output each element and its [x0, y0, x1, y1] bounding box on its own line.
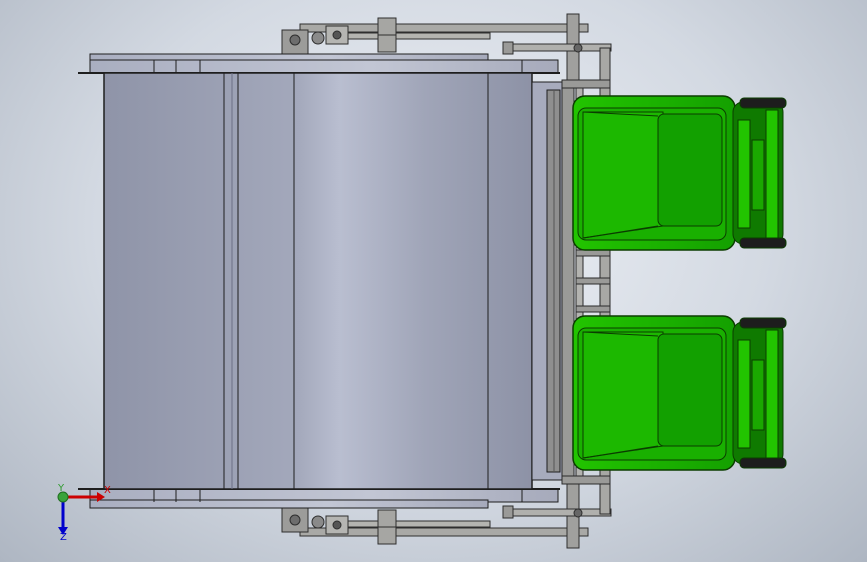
lower-bin-lid-strip-1	[737, 339, 751, 449]
upper-chain-pin-1	[332, 30, 342, 40]
upper-bin-wheel-bottom	[739, 237, 787, 249]
upper-side-arm-pin	[573, 43, 583, 53]
upper-bin-handle	[751, 139, 765, 211]
axis-triad	[57, 491, 105, 535]
frame-crossbar-mid-2	[575, 277, 611, 285]
lower-bin-floor-right	[657, 333, 723, 447]
lower-bin	[572, 315, 787, 471]
x-axis-label: X	[104, 485, 111, 496]
frame-crossbar-bottom	[561, 475, 611, 485]
lower-chain-pin-1	[332, 520, 342, 530]
lower-side-arm-end	[502, 505, 514, 519]
frame-crossbar-top	[561, 79, 611, 89]
frame-crossbar-mid-1	[575, 249, 611, 257]
upper-bin-lid-strip-2	[765, 109, 779, 239]
upper-hinge-pin-1	[289, 34, 301, 46]
upper-side-arm-end	[502, 41, 514, 55]
lower-bin-lid-strip-2	[765, 329, 779, 459]
hopper-bottom-rim	[78, 488, 560, 509]
lower-side-arm-pin	[573, 508, 583, 518]
upper-bin	[572, 95, 787, 251]
lower-short-rod	[329, 520, 491, 528]
lower-hinge-pin-2	[311, 515, 325, 529]
z-axis-label: Z	[60, 532, 67, 543]
hopper-body	[103, 72, 533, 490]
upper-hinge-pin-2	[311, 31, 325, 45]
lower-bin-wheel-bottom	[739, 457, 787, 469]
upper-short-rod	[329, 32, 491, 40]
upper-bin-floor-right	[657, 113, 723, 227]
hopper-top-rim	[78, 53, 560, 74]
upper-bin-wheel-top	[739, 97, 787, 109]
discharge-chute	[531, 81, 563, 481]
lower-bin-wheel-top	[739, 317, 787, 329]
lower-hinge-pin-1	[289, 514, 301, 526]
y-axis-label: Y	[58, 483, 65, 494]
lower-bin-floor-left	[582, 331, 664, 459]
frame-outer-rail	[561, 83, 575, 483]
frame-crossbar-mid-3	[575, 305, 611, 313]
lower-bin-handle	[751, 359, 765, 431]
cad-model	[57, 13, 787, 549]
cad-viewport[interactable]: X Y Z	[0, 0, 867, 562]
upper-bin-lid-strip-1	[737, 119, 751, 229]
upper-side-arm	[502, 43, 612, 52]
lower-side-arm	[502, 508, 612, 517]
upper-bin-floor-left	[582, 111, 664, 239]
